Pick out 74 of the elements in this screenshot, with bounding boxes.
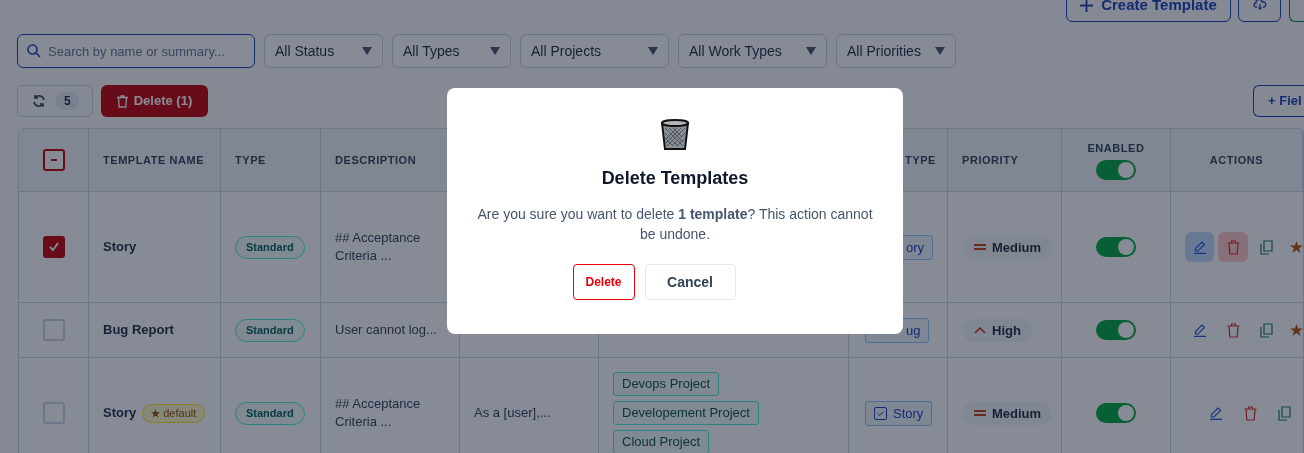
column-header: TEMPLATE NAME — [103, 152, 205, 168]
column-header: ENABLED — [1087, 140, 1145, 156]
filter-dropdown[interactable]: All Status — [264, 34, 383, 68]
priority-badge: Medium — [963, 401, 1053, 425]
filter-dropdown[interactable]: All Priorities — [836, 34, 956, 68]
toggle-switch[interactable] — [1096, 403, 1136, 423]
toggle-switch[interactable] — [1096, 237, 1136, 257]
description-text: ## Acceptance Criteria ... — [335, 229, 422, 265]
star-icon — [1290, 323, 1303, 337]
checkbox-icon — [874, 406, 887, 420]
equals-icon — [974, 409, 986, 417]
trash-icon — [1243, 405, 1257, 421]
refresh-button[interactable]: 5 — [17, 85, 93, 117]
copy-icon — [1260, 239, 1274, 255]
trash-icon — [1226, 322, 1240, 338]
description-text: ## Acceptance Criteria ... — [335, 395, 422, 431]
wastebasket-icon — [660, 119, 690, 151]
type-badge: Standard — [235, 235, 305, 259]
filter-dropdown[interactable]: All Projects — [520, 34, 669, 68]
description-text: User cannot log... — [335, 321, 437, 339]
dropdown-arrow-icon — [362, 47, 372, 55]
dropdown-arrow-icon — [806, 47, 816, 55]
refresh-icon — [32, 94, 46, 108]
chevron-up-icon — [974, 326, 986, 334]
filter-dropdown[interactable]: All Work Types — [678, 34, 827, 68]
work-type-badge: Story — [865, 400, 933, 426]
star-icon — [1290, 240, 1303, 254]
delete-button[interactable] — [1218, 232, 1248, 262]
confirm-delete-button[interactable]: Delete — [572, 264, 635, 300]
column-header: PRIORITY — [962, 152, 1019, 168]
equals-icon — [974, 243, 986, 251]
type-badge: Standard — [235, 401, 305, 425]
project-tag: Developement Project — [613, 401, 759, 425]
star-icon — [151, 408, 161, 418]
dialog-title: Delete Templates — [601, 167, 749, 190]
copy-icon — [1260, 322, 1274, 338]
cloud-download-icon — [1252, 0, 1267, 10]
template-name: Story — [103, 238, 137, 257]
checkbox[interactable] — [42, 149, 65, 171]
priority-badge: Medium — [963, 235, 1053, 259]
pencil-icon — [1192, 323, 1207, 337]
column-header: TYPE — [235, 152, 266, 168]
trash-icon — [1226, 239, 1240, 255]
count-badge: 5 — [56, 92, 79, 110]
template-name: Bug Report — [103, 321, 174, 340]
summary-text: As a [user],... — [474, 404, 551, 423]
edit-button[interactable] — [1185, 232, 1215, 262]
checkbox[interactable] — [42, 236, 65, 258]
column-header: TYPE — [905, 152, 936, 168]
column-header: DESCRIPTION — [335, 152, 417, 168]
delete-selected-button[interactable]: Delete (1) — [101, 85, 208, 117]
column-header: ACTIONS — [1209, 152, 1264, 168]
add-field-button[interactable]: + Fiel — [1253, 85, 1304, 117]
dropdown-arrow-icon — [490, 47, 500, 55]
copy-icon — [1277, 405, 1291, 421]
cancel-button[interactable]: Cancel — [644, 264, 736, 300]
check-icon — [48, 242, 59, 252]
trash-icon — [116, 94, 128, 108]
template-name: Story — [103, 404, 137, 423]
toggle-switch[interactable] — [1096, 320, 1136, 340]
pencil-icon — [1192, 240, 1207, 254]
dropdown-arrow-icon — [648, 47, 658, 55]
pencil-icon — [1209, 406, 1223, 420]
plus-icon — [1080, 0, 1094, 12]
project-tag: Devops Project — [613, 372, 720, 396]
toggle-switch[interactable] — [1096, 160, 1136, 181]
project-tag: Cloud Project — [613, 430, 710, 453]
search-icon — [27, 44, 41, 58]
filter-dropdown[interactable]: All Types — [392, 34, 511, 68]
search-field[interactable]: Search by name or summary... — [17, 34, 255, 68]
priority-badge: High — [963, 318, 1032, 342]
type-badge: Standard — [235, 318, 305, 342]
default-badge: default — [142, 403, 206, 423]
dropdown-arrow-icon — [935, 47, 945, 55]
